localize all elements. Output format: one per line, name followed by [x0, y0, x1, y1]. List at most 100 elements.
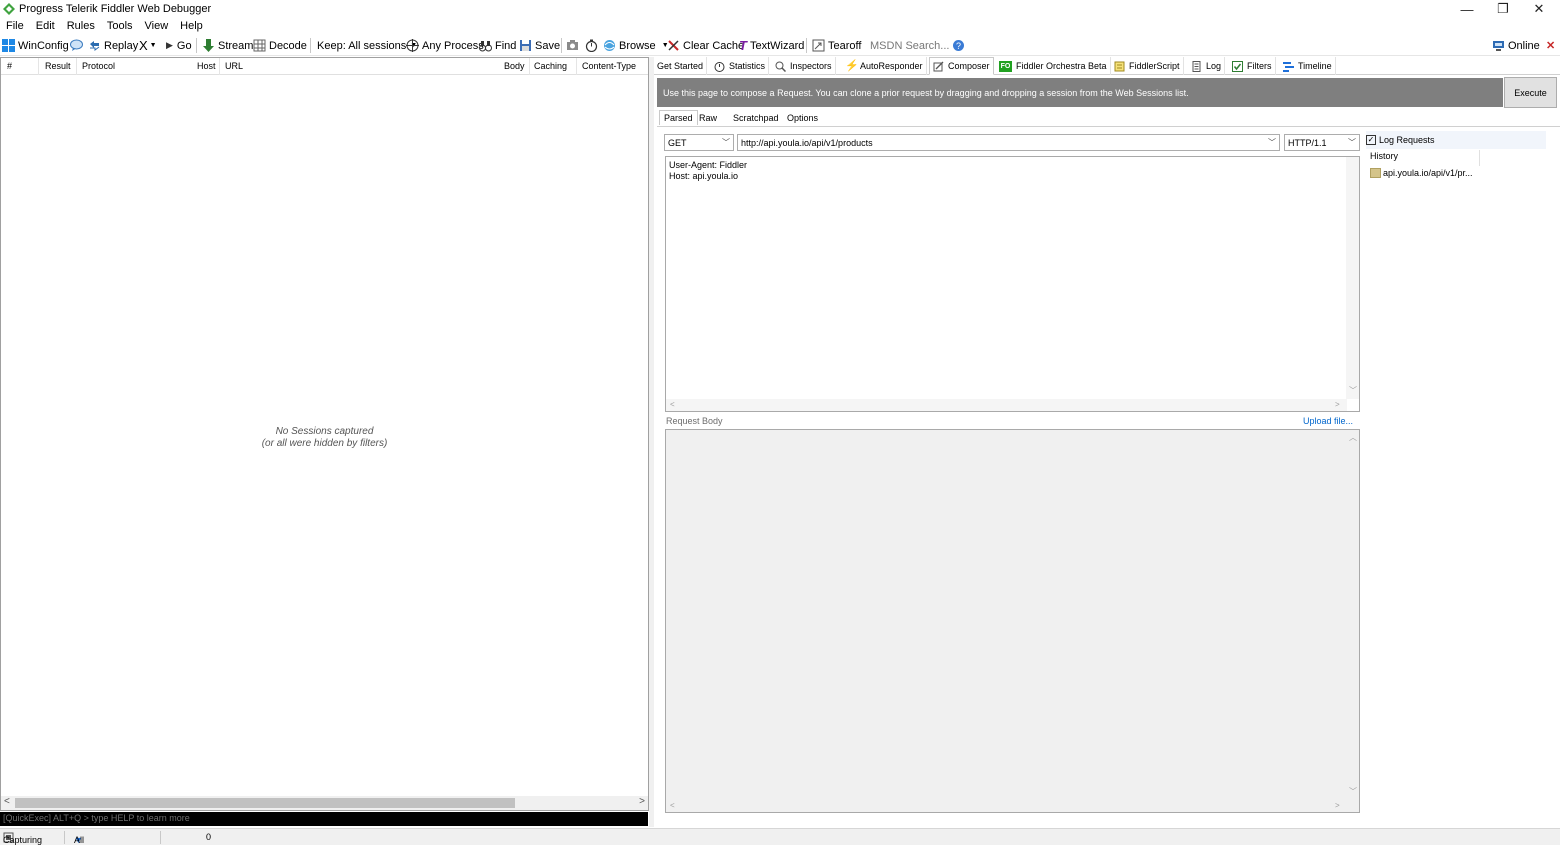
- capturing-toggle[interactable]: Capturing: [3, 832, 42, 845]
- method-select[interactable]: GET ﹀: [664, 134, 734, 151]
- menu-file[interactable]: File: [0, 18, 30, 35]
- textwizard-button[interactable]: T TextWizard: [739, 37, 804, 54]
- quickexec-input[interactable]: [QuickExec] ALT+Q > type HELP to learn m…: [0, 812, 648, 826]
- binoculars-icon: [479, 41, 492, 52]
- tab-fiddlerscript[interactable]: FiddlerScript: [1111, 57, 1184, 75]
- tab-statistics[interactable]: Statistics: [711, 57, 770, 75]
- subtab-scratchpad[interactable]: Scratchpad: [729, 111, 783, 126]
- chevron-down-icon: ﹀: [1348, 138, 1356, 147]
- process-filter-label: All Processes: [74, 835, 85, 845]
- tab-inspectors[interactable]: Inspectors: [772, 57, 836, 75]
- browse-button[interactable]: Browse ▼: [603, 37, 669, 54]
- subtab-raw[interactable]: Raw: [695, 111, 721, 126]
- scroll-down-icon[interactable]: ﹀: [1349, 385, 1357, 396]
- tab-composer[interactable]: Composer: [929, 57, 994, 75]
- col-url[interactable]: URL: [225, 61, 243, 71]
- window-title: Progress Telerik Fiddler Web Debugger: [19, 3, 212, 15]
- scroll-left-icon[interactable]: <: [670, 801, 675, 810]
- menu-tools[interactable]: Tools: [101, 18, 139, 35]
- title-bar: Progress Telerik Fiddler Web Debugger — …: [0, 0, 1560, 18]
- status-divider: [160, 831, 161, 844]
- column-divider: [529, 58, 530, 75]
- timeline-bars-icon: [1283, 61, 1294, 72]
- scroll-right-icon[interactable]: >: [1335, 400, 1340, 409]
- close-toolbar-icon[interactable]: ✕: [1546, 37, 1555, 54]
- tab-get-started[interactable]: Get Started: [654, 57, 708, 75]
- minimize-button[interactable]: —: [1448, 0, 1486, 18]
- upload-file-link[interactable]: Upload file...: [1303, 416, 1353, 426]
- chevron-down-icon: ﹀: [1268, 138, 1276, 147]
- scroll-right-icon[interactable]: >: [1335, 801, 1340, 810]
- col-protocol[interactable]: Protocol: [82, 61, 115, 71]
- screenshot-button[interactable]: [566, 37, 582, 54]
- http-version-select[interactable]: HTTP/1.1 ﹀: [1284, 134, 1360, 151]
- history-item[interactable]: api.youla.io/api/v1/pr...: [1370, 168, 1473, 178]
- script-icon: [1114, 61, 1125, 71]
- empty-line-1: No Sessions captured: [275, 426, 374, 437]
- tab-filters[interactable]: Filters: [1229, 57, 1276, 75]
- any-process-button[interactable]: Any Process: [406, 37, 484, 54]
- scroll-left-icon[interactable]: <: [4, 796, 10, 807]
- go-button[interactable]: ▶ Go: [166, 37, 192, 54]
- scroll-up-icon[interactable]: ︿: [1349, 432, 1357, 443]
- winconfig-button[interactable]: WinConfig: [2, 37, 69, 54]
- col-host[interactable]: Host: [197, 61, 216, 71]
- subtab-parsed[interactable]: Parsed: [659, 110, 698, 125]
- url-input[interactable]: http://api.youla.io/api/v1/products ﹀: [737, 134, 1280, 151]
- col-content-type[interactable]: Content-Type: [582, 61, 636, 71]
- col-body[interactable]: Body: [504, 61, 525, 71]
- keep-sessions-dropdown[interactable]: Keep: All sessions ▼: [317, 37, 417, 54]
- menu-view[interactable]: View: [139, 18, 175, 35]
- headers-vertical-scrollbar[interactable]: ﹀: [1346, 157, 1359, 399]
- clear-cache-button[interactable]: Clear Cache: [667, 37, 744, 54]
- request-headers-textarea[interactable]: User-Agent: Fiddler Host: api.youla.io ﹀ …: [665, 156, 1360, 412]
- column-divider: [576, 58, 577, 75]
- http-version-value: HTTP/1.1: [1288, 137, 1327, 148]
- col-caching[interactable]: Caching: [534, 61, 567, 71]
- timer-button[interactable]: [585, 37, 601, 54]
- sessions-horizontal-scrollbar[interactable]: < >: [1, 796, 648, 810]
- col-number[interactable]: #: [7, 61, 12, 71]
- request-body-textarea[interactable]: ︿ ﹀ < >: [665, 429, 1360, 813]
- toolbar-divider: [561, 38, 562, 53]
- tab-fiddler-orchestra[interactable]: FO Fiddler Orchestra Beta: [996, 57, 1111, 75]
- header-host: Host: api.youla.io: [669, 171, 739, 181]
- scroll-left-icon[interactable]: <: [670, 400, 675, 409]
- tab-label: Get Started: [657, 61, 704, 71]
- menu-edit[interactable]: Edit: [30, 18, 61, 35]
- scroll-thumb[interactable]: [15, 798, 515, 808]
- header-user-agent: User-Agent: Fiddler: [669, 160, 748, 170]
- history-panel: ✓ Log Requests History api.youla.io/api/…: [1364, 131, 1549, 815]
- col-result[interactable]: Result: [45, 61, 71, 71]
- online-status[interactable]: Online: [1492, 37, 1540, 54]
- menu-rules[interactable]: Rules: [61, 18, 101, 35]
- web-sessions-list[interactable]: # Result Protocol Host URL Body Caching …: [0, 57, 649, 811]
- tab-autoresponder[interactable]: ⚡ AutoResponder: [842, 57, 927, 75]
- browse-label: Browse: [619, 39, 656, 52]
- help-button[interactable]: ?: [952, 37, 968, 54]
- menu-help[interactable]: Help: [174, 18, 209, 35]
- decode-button[interactable]: Decode: [253, 37, 307, 54]
- tab-timeline[interactable]: Timeline: [1280, 57, 1336, 75]
- restore-button[interactable]: ❐: [1484, 0, 1522, 18]
- comment-button[interactable]: [70, 37, 86, 54]
- headers-horizontal-scrollbar[interactable]: < >: [666, 399, 1347, 411]
- find-button[interactable]: Find: [479, 37, 516, 54]
- remove-sessions-button[interactable]: X ▼: [139, 37, 157, 54]
- msdn-search-input[interactable]: MSDN Search...: [866, 37, 949, 54]
- execute-button[interactable]: Execute: [1504, 77, 1557, 108]
- scroll-right-icon[interactable]: >: [639, 796, 645, 807]
- tearoff-button[interactable]: Tearoff: [812, 37, 861, 54]
- body-horizontal-scrollbar[interactable]: < >: [666, 800, 1347, 812]
- tab-log[interactable]: Log: [1188, 57, 1226, 75]
- log-requests-checkbox[interactable]: ✓ Log Requests: [1366, 131, 1546, 149]
- scroll-down-icon[interactable]: ﹀: [1349, 786, 1357, 797]
- stream-button[interactable]: Stream: [202, 37, 253, 54]
- body-vertical-scrollbar[interactable]: ︿ ﹀: [1346, 430, 1359, 800]
- close-button[interactable]: ✕: [1520, 0, 1558, 18]
- history-item-label: api.youla.io/api/v1/pr...: [1383, 168, 1473, 178]
- replay-button[interactable]: Replay: [88, 37, 138, 54]
- subtab-options[interactable]: Options: [783, 111, 822, 126]
- save-button[interactable]: Save: [519, 37, 560, 54]
- decode-grid-icon: [253, 39, 266, 52]
